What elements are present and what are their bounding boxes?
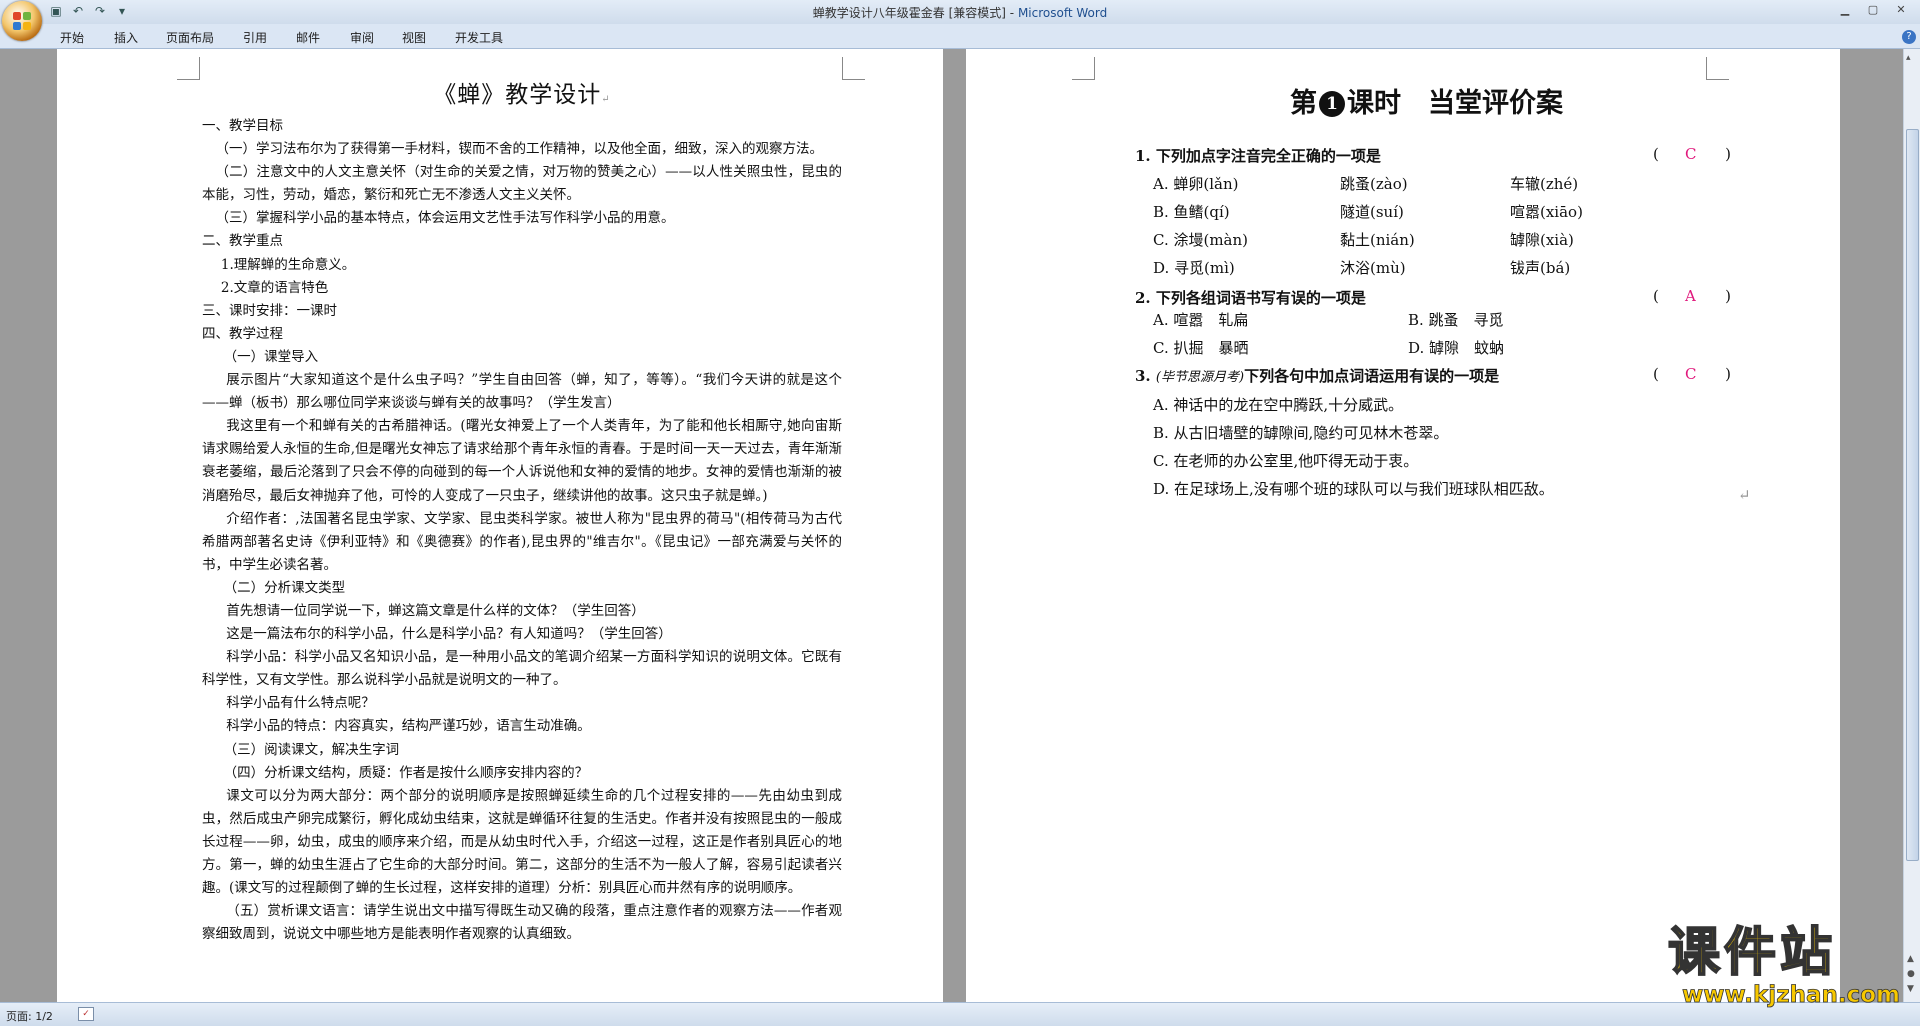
window-controls: ▁ ▢ ✕ <box>1832 1 1914 19</box>
heading-process: 四、教学过程 <box>202 325 283 342</box>
paragraph: （三）掌握科学小品的基本特点，体会运用文艺性手法写作科学小品的用意。 <box>215 210 675 227</box>
paragraph: 我这里有一个和蝉有关的古希腊神话。(曙光女神爱上了一个人类青年，为了能和他长相厮… <box>202 418 842 504</box>
option: A. 蝉卵(lǎn) <box>1153 175 1239 193</box>
option: 黏土(nián) <box>1340 231 1415 249</box>
watermark-logo: 课件站 www.kjzhan.com <box>1667 923 1901 1009</box>
heading-key-points: 二、教学重点 <box>202 233 283 250</box>
ribbon-tab-bar: 开始 插入 页面布局 引用 邮件 审阅 视图 开发工具 <box>0 24 1920 49</box>
option: C. 涂墁(màn) <box>1153 231 1249 249</box>
help-icon[interactable]: ? <box>1902 30 1916 44</box>
page-indicator[interactable]: 页面: 1/2 <box>6 1008 53 1024</box>
select-browse-object-icon[interactable]: ● <box>1907 969 1915 979</box>
tab-page-layout[interactable]: 页面布局 <box>166 29 214 46</box>
crop-mark <box>177 57 200 80</box>
option: A. 神话中的龙在空中腾跃,十分威武。 <box>1153 396 1404 414</box>
option: A. 喧嚣 轧扁 <box>1153 311 1249 329</box>
paragraph: 科学小品有什么特点呢？ <box>226 695 375 712</box>
option: 钹声(bá) <box>1510 259 1571 277</box>
paragraph: 这是一篇法布尔的科学小品，什么是科学小品？有人知道吗？（学生回答） <box>226 626 672 643</box>
paragraph: 1.理解蝉的生命意义。 <box>220 256 356 273</box>
tab-insert[interactable]: 插入 <box>114 29 138 46</box>
option: 车辙(zhé) <box>1510 175 1579 193</box>
option: B. 跳蚤 寻觅 <box>1408 311 1504 329</box>
page-title: 第 1 课时 当堂评价案 <box>1290 88 1563 119</box>
ruler-toggle-icon[interactable]: ▴ <box>1906 53 1911 63</box>
minimize-icon[interactable]: ▁ <box>1832 1 1858 19</box>
paragraph: 展示图片“大家知道这个是什么虫子吗？”学生自由回答（蝉，知了，等等）。“我们今天… <box>202 372 842 412</box>
watermark-text: 课件站 <box>1667 923 1837 983</box>
option: D. 罅隙 蚊蚋 <box>1408 339 1505 357</box>
watermark-url: www.kjzhan.com <box>1682 982 1901 1009</box>
window-title: 蝉教学设计八年级霍金春 [兼容模式] - Microsoft Word <box>812 6 1108 20</box>
office-logo-icon <box>13 12 31 30</box>
crop-mark <box>1072 57 1095 80</box>
option: 罅隙(xià) <box>1510 231 1574 249</box>
option: 跳蚤(zào) <box>1340 175 1408 193</box>
crop-mark <box>842 57 865 80</box>
option: 隧道(suí) <box>1340 203 1404 221</box>
paragraph: 2.文章的语言特色 <box>220 279 329 296</box>
tab-view[interactable]: 视图 <box>402 29 426 46</box>
maximize-icon[interactable]: ▢ <box>1860 1 1886 19</box>
paragraph: （三）阅读课文，解决生字词 <box>223 741 400 758</box>
option: 喧嚣(xiāo) <box>1510 203 1583 221</box>
heading-objectives: 一、教学目标 <box>202 118 283 134</box>
paragraph: （二）注意文中的人文主意关怀（对生命的关爱之情，对万物的赞美之心）——以人性关照… <box>202 164 842 204</box>
option: C. 在老师的办公室里,他吓得无动于衷。 <box>1153 452 1419 470</box>
document-workspace: 《蝉》教学设计↵ 一、教学目标 （一）学习法布尔为了获得第一手材料，锲而不舍的工… <box>0 49 1904 1002</box>
close-icon[interactable]: ✕ <box>1888 1 1914 19</box>
tab-references[interactable]: 引用 <box>243 29 267 46</box>
scrollbar-thumb[interactable] <box>1906 129 1919 861</box>
paragraph: （四）分析课文结构，质疑：作者是按什么顺序安排内容的？ <box>223 764 589 781</box>
option: C. 扒掘 暴晒 <box>1153 339 1249 357</box>
option: B. 从古旧墙壁的罅隙间,隐约可见林木苍翠。 <box>1153 424 1449 442</box>
option: D. 寻觅(mì) <box>1153 259 1235 277</box>
document-name: 蝉教学设计八年级霍金春 [兼容模式] <box>812 6 1006 20</box>
paragraph: 介绍作者：,法国著名昆虫学家、文学家、昆虫类科学家。被世人称为"昆虫界的荷马"(… <box>202 510 842 573</box>
application-name: Microsoft Word <box>1017 6 1108 20</box>
proofing-icon[interactable]: ✓ <box>78 1007 94 1021</box>
status-bar: 页面: 1/2 ✓ <box>0 1002 1920 1026</box>
option: B. 鱼鳍(qí) <box>1153 203 1230 221</box>
paragraph: 课文可以分为两大部分：两个部分的说明顺序是按照蝉延续生命的几个过程安排的——先由… <box>202 787 842 897</box>
paragraph: （二）分析课文类型 <box>223 579 346 596</box>
paragraph: 科学小品的特点：内容真实，结构严谨巧妙，语言生动准确。 <box>226 718 591 735</box>
paragraph: （一）学习法布尔为了获得第一手材料，锲而不舍的工作精神，以及他全面，细致，深入的… <box>215 141 824 158</box>
question-1: 1. 下列加点字注音完全正确的一项是 <box>1135 147 1381 165</box>
paragraph-mark: ↵ <box>1738 486 1751 504</box>
heading-schedule: 三、课时安排：一课时 <box>202 302 337 319</box>
page-title: 《蝉》教学设计↵ <box>433 82 611 108</box>
paragraph: 科学小品：科学小品又名知识小品，是一种用小品文的笔调介绍某一方面科学知识的说明文… <box>202 649 842 689</box>
vertical-scrollbar[interactable]: ▴ ▲ ● ▼ <box>1903 49 1920 1002</box>
crop-mark <box>1706 57 1729 80</box>
tab-home[interactable]: 开始 <box>60 29 84 46</box>
option: D. 在足球场上,没有哪个班的球队可以与我们班球队相匹敌。 <box>1153 480 1554 498</box>
option: 沐浴(mù) <box>1340 259 1406 277</box>
document-left-content[interactable]: 《蝉》教学设计↵ 一、教学目标 （一）学习法布尔为了获得第一手材料，锲而不舍的工… <box>202 75 842 946</box>
paragraph: （一）课堂导入 <box>223 348 319 365</box>
question-2: 2. 下列各组词语书写有误的一项是 <box>1135 289 1366 307</box>
paragraph: （五）赏析课文语言：请学生说出文中描写得既生动又确的段落，重点注意作者的观察方法… <box>202 903 842 943</box>
tab-review[interactable]: 审阅 <box>350 29 374 46</box>
office-button[interactable] <box>2 1 42 41</box>
next-page-icon[interactable]: ▼ <box>1907 984 1914 994</box>
paragraph: 首先想请一位同学说一下，蝉这篇文章是什么样的文体？（学生回答） <box>226 602 645 619</box>
tab-developer[interactable]: 开发工具 <box>455 29 503 46</box>
question-3: 3. (毕节思源月考)下列各句中加点词语运用有误的一项是 <box>1135 367 1500 385</box>
title-bar: ▣ ↶ ↷ ▾ 蝉教学设计八年级霍金春 [兼容模式] - Microsoft W… <box>0 0 1920 24</box>
previous-page-icon[interactable]: ▲ <box>1907 954 1914 964</box>
tab-mailings[interactable]: 邮件 <box>296 29 320 46</box>
lesson-number-badge: 1 <box>1319 91 1345 117</box>
